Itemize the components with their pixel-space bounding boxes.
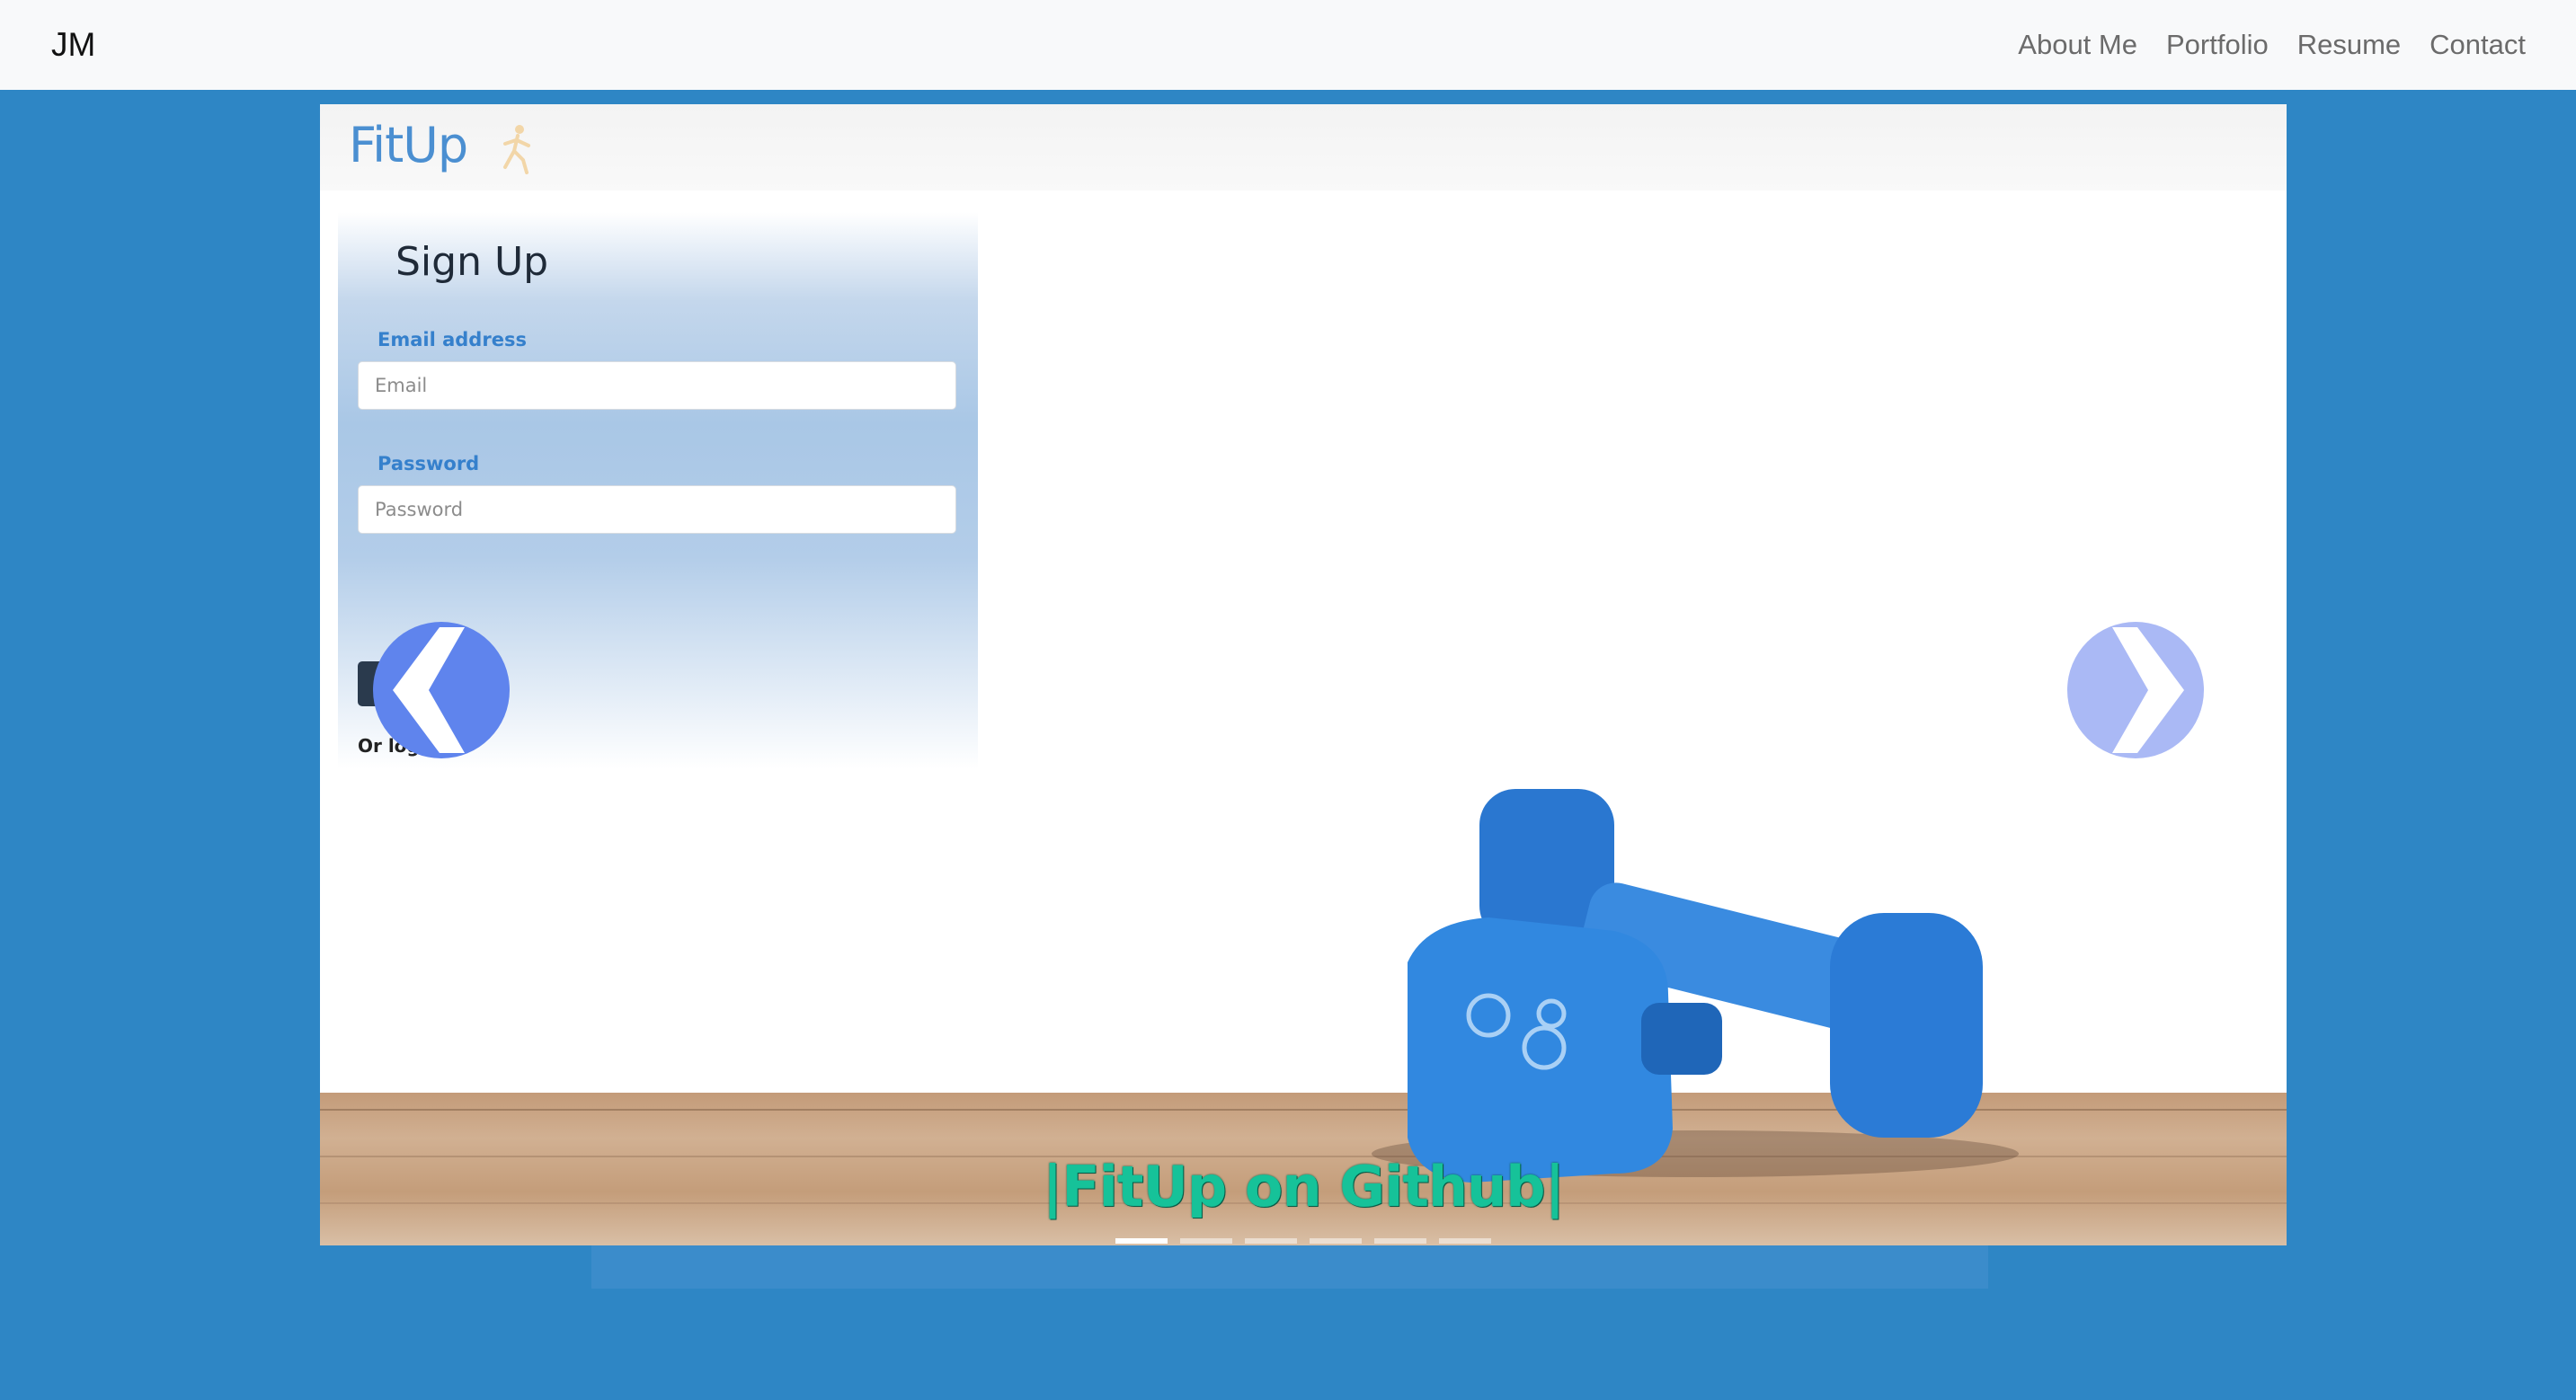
nav-link-contact[interactable]: Contact (2415, 29, 2540, 61)
carousel-caption-link[interactable]: |FitUp on Github| (320, 1154, 2287, 1219)
carousel-indicator[interactable] (1439, 1238, 1491, 1244)
nav-link-about-me[interactable]: About Me (2003, 29, 2152, 61)
navbar-links: About Me Portfolio Resume Contact (2003, 29, 2540, 61)
nav-link-portfolio[interactable]: Portfolio (2152, 29, 2283, 61)
carousel-indicator[interactable] (1180, 1238, 1232, 1244)
nav-link-resume[interactable]: Resume (2283, 29, 2415, 61)
carousel-indicator[interactable] (1115, 1238, 1168, 1244)
carousel-next-button[interactable] (2067, 622, 2204, 758)
portfolio-carousel: FitUp Sign Up Email address Password SIG… (320, 104, 2287, 1245)
chevron-right-icon (2112, 627, 2184, 753)
carousel-indicator[interactable] (1374, 1238, 1426, 1244)
slide-fitup-screenshot: FitUp Sign Up Email address Password SIG… (320, 104, 2287, 1245)
carousel-indicator[interactable] (1245, 1238, 1297, 1244)
carousel-shadow-strip (591, 1245, 1988, 1289)
dumbbells-image (1372, 789, 2019, 1183)
top-navbar: JM About Me Portfolio Resume Contact (0, 0, 2576, 90)
carousel-indicators (320, 1238, 2287, 1244)
navbar-brand[interactable]: JM (51, 26, 95, 64)
chevron-left-icon (393, 627, 465, 753)
carousel-indicator[interactable] (1310, 1238, 1362, 1244)
carousel-prev-button[interactable] (373, 622, 510, 758)
